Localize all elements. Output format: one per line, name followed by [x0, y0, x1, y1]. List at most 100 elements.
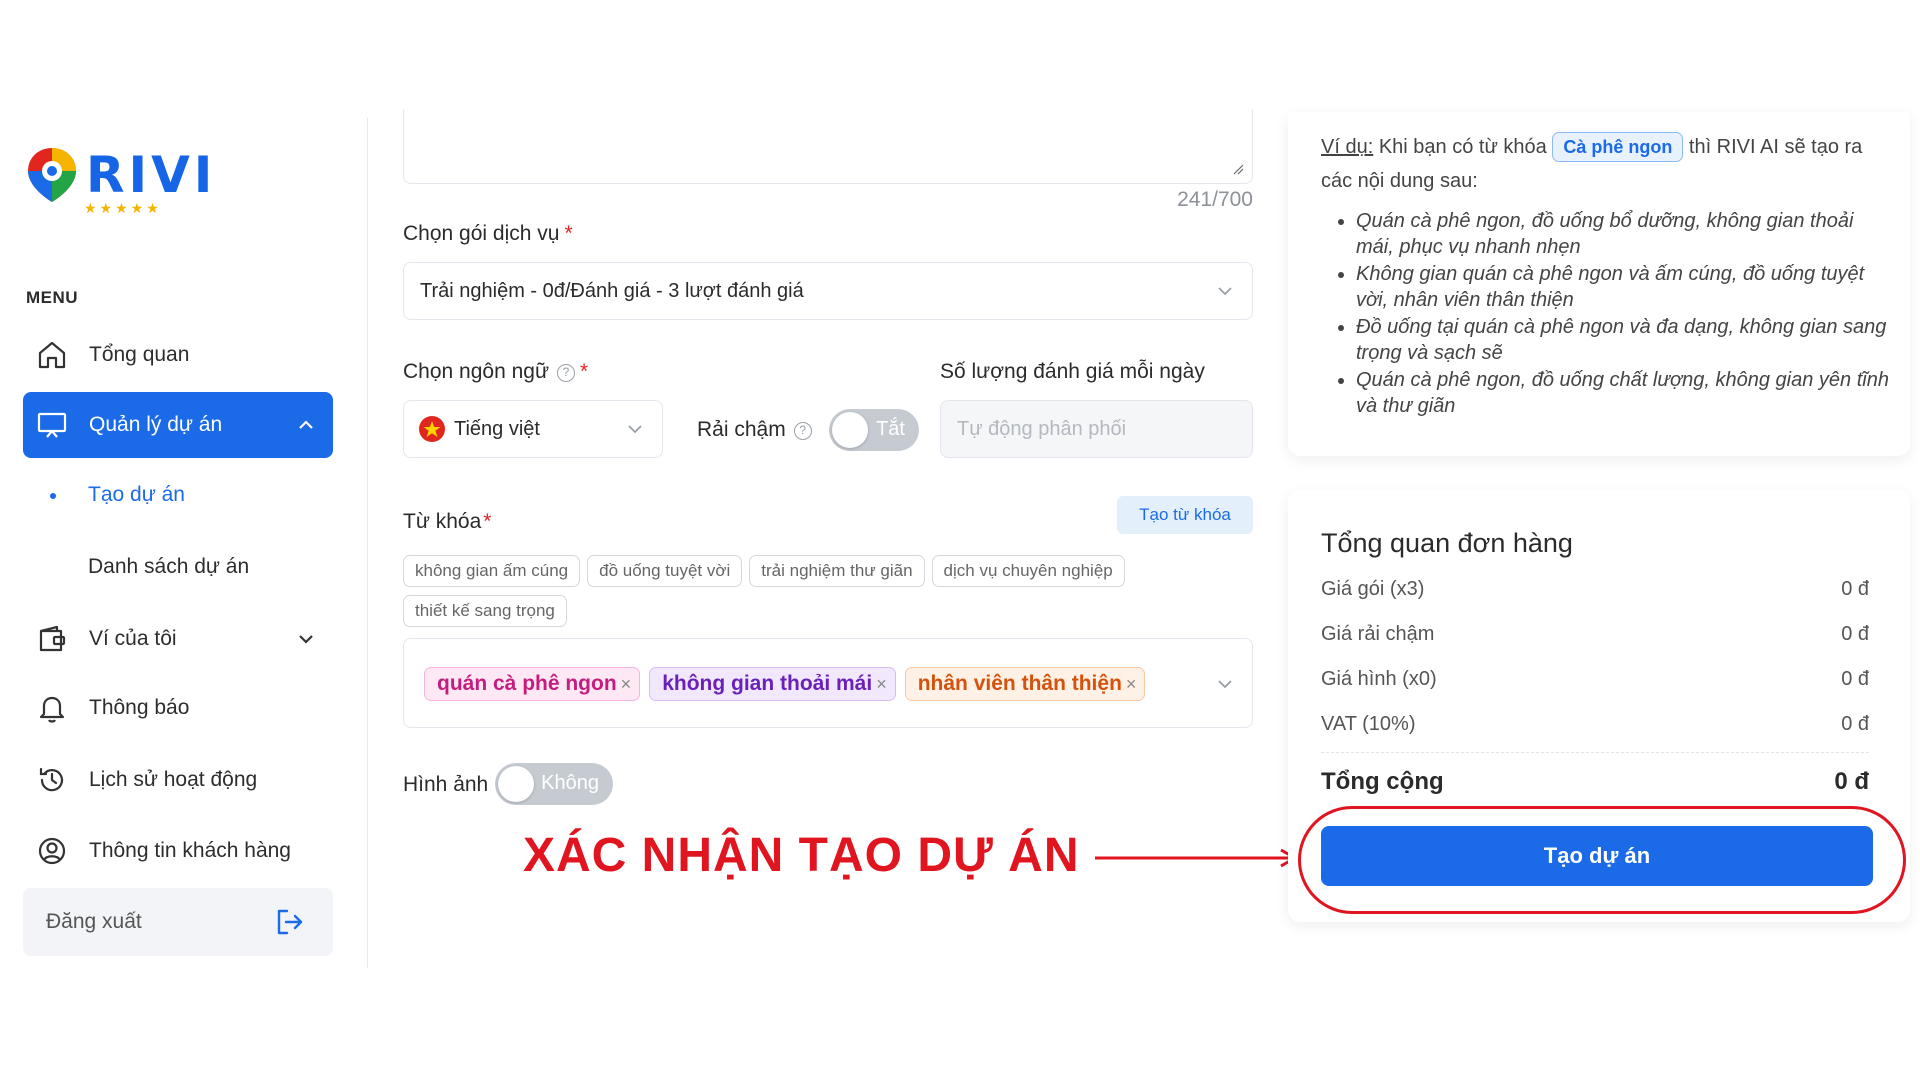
keyword-tag-label: không gian thoải mái [662, 672, 873, 695]
example-text-before: Khi bạn có từ khóa [1373, 136, 1553, 158]
toggle-knob [832, 412, 868, 448]
drip-label-text: Rải chậm [697, 418, 786, 441]
example-intro: Ví dụ: Khi bạn có từ khóa Cà phê ngon th… [1321, 130, 1881, 198]
home-icon [35, 338, 69, 372]
description-textarea[interactable] [403, 110, 1253, 184]
bell-icon [35, 691, 69, 725]
drip-toggle[interactable]: Tắt [829, 409, 919, 451]
required-mark: * [564, 222, 573, 245]
required-mark: * [483, 510, 492, 533]
suggestion-chip[interactable]: dịch vụ chuyên nghiệp [931, 555, 1125, 587]
keyword-tag: nhân viên thân thiện × [904, 667, 1146, 701]
order-row-label: VAT (10%) [1321, 713, 1416, 735]
order-total-label: Tổng cộng [1321, 768, 1444, 795]
sidebar-item-customer-info[interactable]: Thông tin khách hàng [23, 818, 333, 884]
monitor-icon [35, 408, 69, 442]
suggestion-chip[interactable]: thiết kế sang trọng [403, 595, 567, 627]
order-row: Giá hình (x0) 0 đ [1321, 668, 1869, 691]
order-row-label: Giá gói (x3) [1321, 578, 1425, 600]
sidebar-item-project-management[interactable]: Quản lý dự án [23, 392, 333, 458]
order-row-value: 0 đ [1841, 668, 1869, 690]
wallet-icon [35, 622, 69, 656]
help-icon[interactable]: ? [793, 422, 812, 440]
suggestion-chip[interactable]: không gian ấm cúng [403, 555, 581, 587]
order-total-value: 0 đ [1834, 768, 1869, 795]
keyword-tag-label: nhân viên thân thiện [917, 672, 1122, 695]
sidebar-item-label: Quản lý dự án [89, 413, 223, 436]
drip-label: Rải chậm? [697, 418, 812, 442]
logout-icon [277, 909, 303, 935]
order-row-value: 0 đ [1841, 713, 1869, 735]
remove-tag-icon[interactable]: × [876, 674, 887, 694]
chevron-down-icon[interactable] [295, 628, 317, 650]
example-prefix: Ví dụ: [1321, 136, 1374, 158]
sidebar-item-overview[interactable]: Tổng quan [23, 322, 333, 388]
active-bullet [50, 493, 56, 499]
language-value: Tiếng việt [454, 417, 540, 440]
service-package-select[interactable]: Trải nghiệm - 0đ/Đánh giá - 3 lượt đánh … [403, 262, 1253, 320]
map-pin-logo-icon [28, 148, 76, 202]
order-row-value: 0 đ [1841, 578, 1869, 600]
image-toggle-label: Không [541, 772, 599, 794]
sidebar-item-label: Tổng quan [89, 343, 190, 366]
daily-reviews-input[interactable] [941, 401, 1252, 457]
required-mark: * [580, 360, 589, 383]
order-row-label: Giá hình (x0) [1321, 668, 1437, 690]
char-counter: 241/700 [1177, 188, 1253, 211]
sidebar-item-wallet[interactable]: Ví của tôi [23, 606, 333, 672]
history-icon [35, 763, 69, 797]
create-keyword-button[interactable]: Tạo từ khóa [1117, 496, 1253, 534]
service-package-label-text: Chọn gói dịch vụ [403, 222, 560, 245]
daily-reviews-field[interactable] [940, 400, 1253, 458]
sidebar-item-label: Lịch sử hoạt động [89, 768, 258, 791]
help-icon[interactable]: ? [557, 364, 576, 382]
remove-tag-icon[interactable]: × [621, 674, 632, 694]
sidebar-item-activity-history[interactable]: Lịch sử hoạt động [23, 747, 333, 813]
daily-reviews-label: Số lượng đánh giá mỗi ngày [940, 360, 1205, 383]
keyword-tag-label: quán cà phê ngon [437, 672, 617, 695]
language-label: Chọn ngôn ngữ? * [403, 360, 588, 384]
divider [1321, 752, 1869, 753]
sidebar-item-label: Thông tin khách hàng [89, 839, 291, 862]
order-row-value: 0 đ [1841, 623, 1869, 645]
annotation-text: XÁC NHẬN TẠO DỰ ÁN [523, 829, 1080, 882]
order-row: Giá gói (x3) 0 đ [1321, 578, 1869, 601]
logout-button[interactable]: Đăng xuất [23, 888, 333, 956]
toggle-knob [498, 766, 534, 802]
brand-name: RIVI [86, 146, 217, 204]
order-summary-title: Tổng quan đơn hàng [1321, 528, 1573, 558]
list-item: Đồ uống tại quán cà phê ngon và đa dạng,… [1356, 314, 1896, 366]
rivi-logo[interactable]: RIVI ★★★★★ [22, 144, 222, 216]
suggestion-chip[interactable]: đồ uống tuyệt vời [587, 555, 743, 587]
sidebar-item-notifications[interactable]: Thông báo [23, 675, 333, 741]
annotation-highlight-oval [1298, 806, 1906, 914]
sidebar-subitem-project-list[interactable]: Danh sách dự án [88, 555, 249, 579]
sidebar: RIVI ★★★★★ MENU Tổng quan Quản lý dự án … [0, 118, 368, 968]
language-label-text: Chọn ngôn ngữ [403, 360, 550, 383]
resize-handle-icon[interactable] [1232, 163, 1244, 175]
sidebar-subitem-create-project[interactable]: Tạo dự án [88, 483, 185, 507]
service-package-value: Trải nghiệm - 0đ/Đánh giá - 3 lượt đánh … [420, 279, 804, 302]
order-row: Giá rải chậm 0 đ [1321, 623, 1869, 646]
user-circle-icon [35, 834, 69, 868]
service-package-label: Chọn gói dịch vụ * [403, 222, 573, 246]
chevron-up-icon[interactable] [295, 414, 317, 436]
keyword-tags-select[interactable]: quán cà phê ngon × không gian thoải mái × … [403, 638, 1253, 728]
list-item: Quán cà phê ngon, đồ uống chất lượng, kh… [1356, 367, 1896, 419]
suggestion-chip[interactable]: trải nghiệm thư giãn [749, 555, 925, 587]
keyword-tag: không gian thoải mái × [649, 667, 896, 701]
keyword-label: Từ khóa* [403, 510, 491, 534]
annotation-arrow-icon [1095, 848, 1299, 868]
keyword-label-text: Từ khóa [403, 510, 482, 533]
chevron-down-icon [1218, 287, 1232, 296]
keyword-suggestions: không gian ấm cúng đồ uống tuyệt vời trải … [403, 555, 1223, 635]
remove-tag-icon[interactable]: × [1126, 674, 1137, 694]
image-label: Hình ảnh [403, 773, 489, 796]
chevron-down-icon [628, 425, 642, 434]
list-item: Quán cà phê ngon, đồ uống bổ dưỡng, khôn… [1356, 208, 1896, 260]
language-select[interactable]: Tiếng việt [403, 400, 663, 458]
image-toggle[interactable]: Không [495, 763, 613, 805]
order-row-label: Giá rải chậm [1321, 623, 1435, 645]
sidebar-item-label: Thông báo [89, 696, 190, 719]
example-list: Quán cà phê ngon, đồ uống bổ dưỡng, khôn… [1356, 208, 1896, 420]
